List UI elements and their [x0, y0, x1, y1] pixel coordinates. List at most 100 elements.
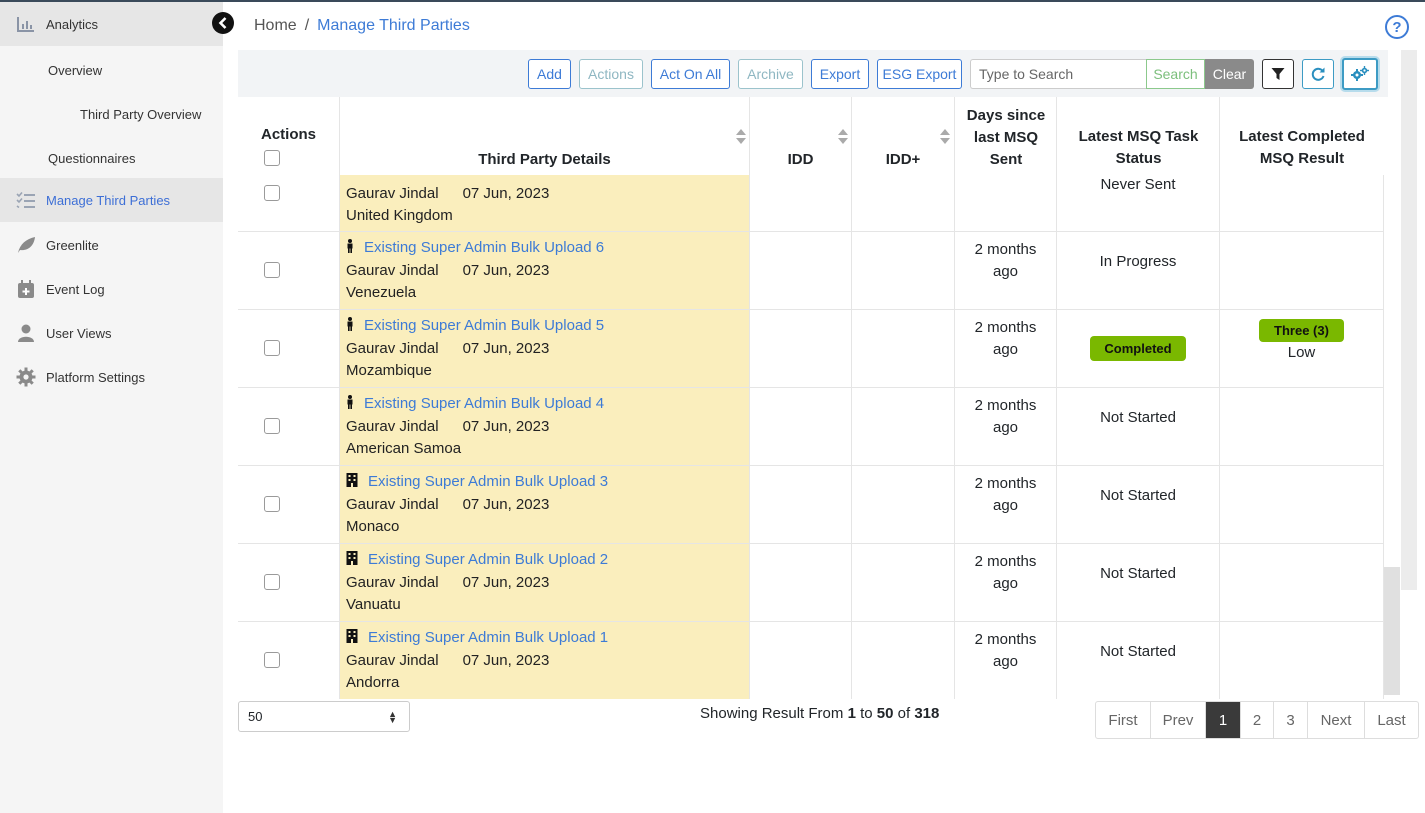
status-text: Not Started: [1100, 409, 1176, 426]
row-checkbox[interactable]: [264, 652, 280, 668]
days-value: 2 months: [974, 241, 1037, 258]
page-1-button[interactable]: 1: [1206, 702, 1241, 738]
page-prev-button[interactable]: Prev: [1151, 702, 1206, 738]
status-header-label: Latest MSQ Task Status: [1078, 128, 1199, 167]
bar-chart-icon: [16, 14, 36, 34]
table-row: Existing Super Admin Bulk Upload 3 Gaurav…: [238, 466, 1384, 544]
sidebar-item-label: User Views: [46, 325, 112, 341]
actions-cell: [238, 466, 340, 543]
status-text: Not Started: [1100, 643, 1176, 660]
owner-name: Gaurav Jindal: [346, 652, 439, 669]
archive-button[interactable]: Archive: [738, 59, 803, 89]
third-party-country: Mozambique: [346, 362, 432, 379]
row-checkbox[interactable]: [264, 418, 280, 434]
row-checkbox[interactable]: [264, 574, 280, 590]
sort-icon[interactable]: [838, 129, 848, 145]
leaf-icon: [16, 235, 36, 255]
sort-icon[interactable]: [940, 129, 950, 145]
search-button[interactable]: Search: [1146, 59, 1205, 89]
select-all-checkbox[interactable]: [264, 150, 280, 166]
sidebar-item-overview[interactable]: Overview: [0, 48, 223, 92]
page-next-button[interactable]: Next: [1308, 702, 1365, 738]
status-cell: In Progress: [1057, 232, 1220, 309]
actions-cell: [238, 388, 340, 465]
third-party-country: American Samoa: [346, 440, 462, 457]
actions-button[interactable]: Actions: [579, 59, 643, 89]
third-party-owner: Gaurav Jindal 07 Jun, 2023: [346, 340, 549, 357]
days-cell: 2 months ago: [955, 232, 1057, 309]
row-checkbox[interactable]: [264, 185, 280, 201]
page-last-button[interactable]: Last: [1365, 702, 1418, 738]
outer-scrollbar-track[interactable]: [1401, 50, 1417, 590]
third-party-header[interactable]: Third Party Details: [340, 97, 750, 175]
sidebar-item-third-party-overview[interactable]: Third Party Overview: [0, 92, 223, 136]
third-party-table: Gaurav Jindal 07 Jun, 2023 United Kingdom…: [238, 97, 1384, 699]
person-icon: [346, 317, 354, 335]
third-party-owner: Gaurav Jindal 07 Jun, 2023: [346, 262, 549, 279]
row-checkbox[interactable]: [264, 262, 280, 278]
idd-plus-cell: [852, 544, 955, 621]
third-party-name-link[interactable]: Existing Super Admin Bulk Upload 5: [364, 317, 604, 334]
third-party-name-link[interactable]: Existing Super Admin Bulk Upload 2: [368, 551, 608, 568]
page-first-button[interactable]: First: [1096, 702, 1151, 738]
result-header-label: Latest Completed MSQ Result: [1239, 128, 1365, 167]
third-party-name-link[interactable]: Existing Super Admin Bulk Upload 6: [364, 239, 604, 256]
page-2-button[interactable]: 2: [1241, 702, 1274, 738]
sort-icon[interactable]: [736, 129, 746, 145]
created-date: 07 Jun, 2023: [462, 418, 550, 435]
sidebar-item-label: Third Party Overview: [80, 106, 202, 122]
idd-plus-cell: [852, 388, 955, 465]
refresh-button[interactable]: [1302, 59, 1334, 89]
days-suffix: ago: [992, 575, 1019, 592]
row-checkbox[interactable]: [264, 340, 280, 356]
idd-cell: [750, 388, 852, 465]
third-party-cell: Existing Super Admin Bulk Upload 2 Gaurav…: [340, 544, 750, 621]
table-row: Existing Super Admin Bulk Upload 4 Gaurav…: [238, 388, 1384, 466]
sidebar-item-label: Manage Third Parties: [46, 192, 171, 208]
export-button[interactable]: Export: [811, 59, 869, 89]
idd-plus-cell: [852, 310, 955, 387]
breadcrumb-current[interactable]: Manage Third Parties: [317, 17, 470, 34]
sidebar-item-questionnaires[interactable]: Questionnaires: [0, 136, 223, 180]
idd-plus-cell: [852, 232, 955, 309]
result-header: Latest Completed MSQ Result: [1220, 97, 1384, 175]
esg-export-button[interactable]: ESG Export: [877, 59, 962, 89]
row-checkbox[interactable]: [264, 496, 280, 512]
idd-plus-header[interactable]: IDD+: [852, 97, 955, 175]
building-icon: [346, 473, 358, 491]
third-party-cell: Existing Super Admin Bulk Upload 3 Gaurav…: [340, 466, 750, 543]
sidebar-item-manage-third-parties[interactable]: Manage Third Parties: [0, 178, 223, 222]
page-size-select[interactable]: 50 ▲ ▼: [238, 701, 410, 732]
days-value: 2 months: [974, 475, 1037, 492]
sidebar-item-analytics[interactable]: Analytics: [0, 2, 223, 46]
clear-button[interactable]: Clear: [1205, 59, 1254, 89]
days-value: 2 months: [974, 397, 1037, 414]
idd-header[interactable]: IDD: [750, 97, 852, 175]
status-cell: Completed: [1057, 310, 1220, 387]
filter-button[interactable]: [1262, 59, 1294, 89]
breadcrumb-home-link[interactable]: Home: [254, 17, 297, 34]
column-settings-button[interactable]: [1342, 58, 1378, 90]
sidebar-item-event-log[interactable]: Event Log: [0, 267, 223, 311]
third-party-name-link[interactable]: Existing Super Admin Bulk Upload 4: [364, 395, 604, 412]
sidebar-item-label: Analytics: [46, 16, 99, 32]
add-button[interactable]: Add: [528, 59, 571, 89]
days-suffix: ago: [992, 653, 1019, 670]
checklist-icon: [16, 190, 36, 210]
owner-name: Gaurav Jindal: [346, 340, 439, 357]
idd-cell: [750, 544, 852, 621]
help-icon[interactable]: ?: [1385, 15, 1409, 39]
summary-total: 318: [914, 705, 940, 722]
page-3-button[interactable]: 3: [1274, 702, 1308, 738]
sidebar-item-platform-settings[interactable]: Platform Settings: [0, 355, 223, 399]
collapse-sidebar-button[interactable]: [212, 12, 234, 34]
third-party-name-link[interactable]: Existing Super Admin Bulk Upload 3: [368, 473, 608, 490]
third-party-name-link[interactable]: Existing Super Admin Bulk Upload 1: [368, 629, 608, 646]
table-scrollbar-thumb[interactable]: [1384, 567, 1400, 695]
sidebar-item-user-views[interactable]: User Views: [0, 311, 223, 355]
gear-icon: [16, 367, 36, 387]
search-input[interactable]: Type to Search: [970, 59, 1147, 89]
sidebar-item-greenlite[interactable]: Greenlite: [0, 223, 223, 267]
act-on-all-button[interactable]: Act On All: [651, 59, 730, 89]
person-icon: [346, 395, 354, 413]
